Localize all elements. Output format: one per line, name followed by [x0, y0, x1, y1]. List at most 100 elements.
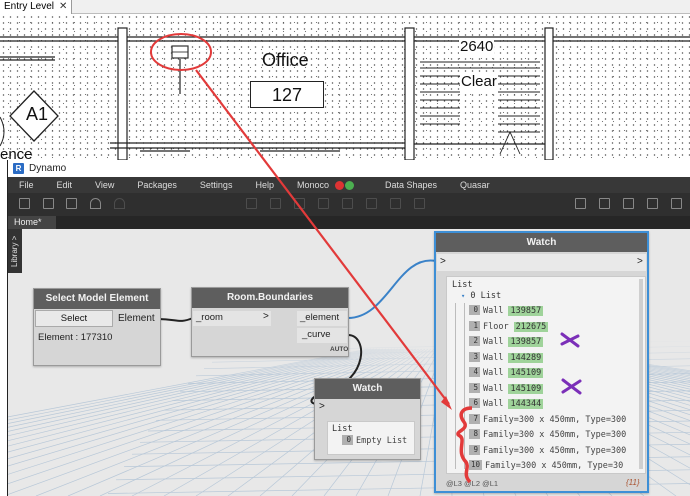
- collapse-triangle-icon[interactable]: ▾: [461, 292, 465, 300]
- distribute-h-icon[interactable]: [390, 198, 401, 209]
- element-id-link[interactable]: 139857: [508, 306, 544, 316]
- menu-packages[interactable]: Packages: [126, 180, 189, 190]
- room-clear: Clear: [460, 73, 498, 90]
- dynamo-window: R Dynamo File Edit View Packages Setting…: [7, 160, 690, 496]
- align-left-icon[interactable]: [246, 198, 257, 209]
- chevron-right-icon[interactable]: >: [319, 401, 325, 412]
- element-id-link[interactable]: 145109: [508, 368, 544, 378]
- output-port-label: _element: [300, 312, 340, 323]
- list-item: 7 Family=300 x 450mm, Type=300: [469, 413, 626, 427]
- graph-canvas[interactable]: Library > Select Model Element Select El…: [8, 229, 690, 496]
- revit-view-tabbar: Entry Level ✕: [0, 0, 690, 14]
- menu-help[interactable]: Help: [244, 180, 286, 190]
- menu-bar: File Edit View Packages Settings Help Mo…: [8, 177, 690, 193]
- element-type: Wall: [483, 368, 504, 378]
- select-button[interactable]: Select: [35, 310, 113, 327]
- list-item: 0 Empty List: [342, 434, 407, 448]
- view-tab-entry-level[interactable]: Entry Level ✕: [0, 0, 73, 14]
- node-watch-small[interactable]: Watch > List 0 Empty List: [314, 378, 421, 460]
- menu-file[interactable]: File: [8, 180, 46, 190]
- floor-plan-view[interactable]: A1 Office 127 2640 Clear ence: [0, 14, 690, 163]
- input-port-label: _room: [196, 312, 223, 323]
- list-item: 3 Wall 144289: [469, 351, 544, 365]
- room-name-office: Office: [262, 50, 309, 70]
- wire-element-to-watch: [347, 259, 437, 319]
- plan-linework: [0, 27, 690, 160]
- chevron-right-icon[interactable]: >: [637, 256, 643, 267]
- output-port-label: _curve: [302, 329, 331, 340]
- list-index: 0: [469, 305, 480, 315]
- family-type-text: Family=300 x 450mm, Type=300: [483, 445, 627, 456]
- empty-list-text: Empty List: [356, 436, 408, 446]
- menu-data-shapes[interactable]: Data Shapes: [374, 180, 449, 190]
- view-top-icon[interactable]: [623, 198, 634, 209]
- node-title: Select Model Element: [34, 289, 160, 309]
- output-port-element[interactable]: Element: [118, 313, 155, 324]
- room-2640: 2640: [459, 38, 495, 55]
- new-file-icon[interactable]: [19, 198, 30, 209]
- menu-monoco[interactable]: Monoco: [286, 180, 331, 190]
- element-id-link[interactable]: 212675: [513, 321, 549, 332]
- output-port-element[interactable]: _element: [297, 311, 347, 326]
- watch-small-output: List 0 Empty List: [327, 421, 415, 455]
- list-index: 6: [469, 398, 480, 408]
- element-id-link[interactable]: 144289: [508, 352, 544, 363]
- close-icon[interactable]: ✕: [59, 0, 67, 14]
- list-index: 9: [469, 444, 480, 455]
- list-index: 7: [469, 413, 480, 424]
- list-index: 8: [469, 429, 480, 439]
- align-top-icon[interactable]: [318, 198, 329, 209]
- element-id-link[interactable]: 145109: [508, 383, 544, 394]
- view-tab-label: Entry Level: [4, 1, 55, 12]
- align-bottom-icon[interactable]: [366, 198, 377, 209]
- view-3d-icon[interactable]: [575, 198, 586, 209]
- distribute-v-icon[interactable]: [414, 198, 425, 209]
- watch-input-row: > >: [437, 254, 646, 271]
- redo-icon[interactable]: [114, 198, 125, 209]
- node-select-model-element[interactable]: Select Model Element Select Element Elem…: [33, 288, 161, 366]
- ok-status-icon: [345, 180, 354, 190]
- node-title: Watch: [436, 233, 647, 252]
- item-count: {11}: [626, 478, 640, 487]
- node-title: Room.Boundaries: [192, 288, 348, 308]
- output-port-curve[interactable]: _curve: [297, 328, 347, 343]
- undo-icon[interactable]: [90, 198, 101, 209]
- list-item: 6 Wall 144344: [469, 397, 544, 411]
- list-index: 4: [469, 367, 480, 377]
- run-status-indicator: [335, 180, 354, 190]
- align-right-icon[interactable]: [294, 198, 305, 209]
- list-item: 8 Family=300 x 450mm, Type=300: [469, 428, 626, 442]
- list-index: 2: [469, 336, 480, 346]
- dynamo-titlebar: R Dynamo: [8, 160, 690, 177]
- element-type: Wall: [483, 352, 504, 363]
- list-item: 9 Family=300 x 450mm, Type=300: [469, 444, 626, 458]
- view-right-icon[interactable]: [647, 198, 658, 209]
- open-file-icon[interactable]: [43, 198, 54, 209]
- watch-output-list: List ▾ 0 List 0 Wall 139857 1 Floor 212675 2 Wa…: [446, 276, 646, 474]
- list-item: 4 Wall 145109: [469, 366, 544, 380]
- view-home-icon[interactable]: [671, 198, 682, 209]
- input-port-room[interactable]: _room >: [193, 311, 271, 326]
- align-center-icon[interactable]: [270, 198, 281, 209]
- align-middle-icon[interactable]: [342, 198, 353, 209]
- save-icon[interactable]: [66, 198, 77, 209]
- view-front-icon[interactable]: [599, 198, 610, 209]
- menu-edit[interactable]: Edit: [46, 180, 85, 190]
- watch-scrollbar[interactable]: [639, 279, 643, 469]
- list-index: 10: [469, 460, 483, 470]
- node-watch-big[interactable]: Watch > > List ▾ 0 List 0 Wall 139857 1 Floo…: [434, 231, 649, 493]
- tab-home[interactable]: Home*: [8, 216, 56, 229]
- list-index: 0: [342, 435, 353, 445]
- menu-view[interactable]: View: [84, 180, 126, 190]
- node-room-boundaries[interactable]: Room.Boundaries _room > _element _curve …: [191, 287, 349, 357]
- chevron-right-icon[interactable]: >: [440, 256, 446, 267]
- tree-guide-line: [455, 303, 456, 469]
- menu-settings[interactable]: Settings: [189, 180, 245, 190]
- element-id-link[interactable]: 144344: [508, 399, 544, 409]
- menu-quasar[interactable]: Quasar: [449, 180, 502, 190]
- family-type-text: Family=300 x 450mm, Type=300: [483, 414, 627, 425]
- element-type: Wall: [483, 383, 504, 394]
- element-id-link[interactable]: 139857: [508, 337, 544, 347]
- selection-status: Element : 177310: [38, 332, 113, 343]
- tree-guide-line: [464, 303, 465, 469]
